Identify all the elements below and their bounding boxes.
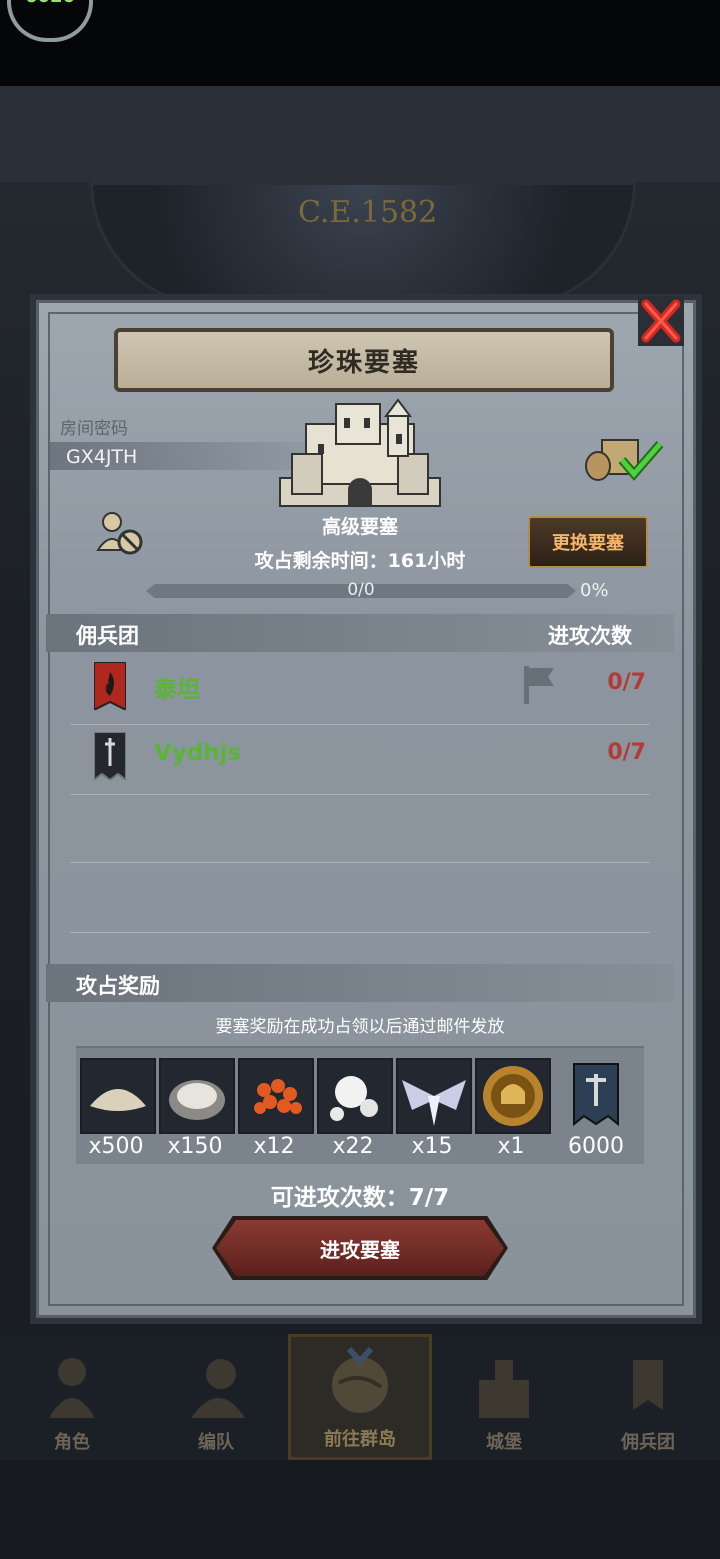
no-person-icon[interactable] [96,510,144,556]
top-bar: 6020 [0,0,720,86]
attack-remaining: 可进攻次数：7/7 [270,1185,450,1211]
nav-label: 佣兵团 [621,1432,675,1453]
nav-castle[interactable]: 城堡 [432,1334,576,1460]
capture-progress-text: 0/0 [347,580,375,600]
reward-item-pearls[interactable] [317,1058,393,1134]
bottom-strip [0,1460,720,1559]
reward-qty: x1 [497,1134,525,1159]
capture-progress-percent: 0% [580,580,609,601]
game-screen: 6020 C.E.1582 珍珠要塞 房间密码 GX4JTH 高级要塞 [0,0,720,1559]
formation-icon [191,1359,245,1418]
rewards-list: x500 x150 x12 x22 x15 x1 6000 [76,1046,644,1164]
close-button[interactable] [636,294,686,348]
bottom-nav: 角色 编队 前往群岛 城堡 佣兵团 [0,1334,720,1460]
title-plate: 珍珠要塞 [114,328,614,392]
modal-title: 珍珠要塞 [307,347,420,378]
era-label: C.E.1582 [298,195,438,230]
nav-label: 前往群岛 [324,1429,396,1450]
nav-islands[interactable]: 前往群岛 [288,1334,432,1460]
avatar-badge: 6020 [25,0,75,7]
reward-qty: x15 [411,1134,453,1159]
reward-item-helmet-medal[interactable] [475,1058,551,1134]
empty-row-divider [70,862,650,863]
nav-formation[interactable]: 编队 [144,1334,288,1460]
sword-banner-icon [94,732,126,780]
guild-banner-icon [573,1063,619,1127]
attack-fortress-button[interactable]: 进攻要塞 [216,1220,504,1276]
reward-item-wing-emblem[interactable] [396,1058,472,1134]
reward-qty: x150 [167,1134,223,1159]
salt-pile-icon [90,1089,146,1111]
fortress-tier: 高级要塞 [321,516,398,538]
room-code[interactable]: GX4JTH [66,446,137,468]
rewards-title: 攻占奖励 [76,974,160,998]
era-clock: C.E.1582 [90,182,636,308]
nav-label: 城堡 [486,1432,522,1453]
mercenary-name: Vydhjs [154,740,242,766]
mercenary-row[interactable]: Vydhjs 0/7 [70,726,650,795]
mercenary-attack-count: 0/7 [607,670,646,695]
reward-qty: x500 [88,1134,144,1159]
background-band [0,86,720,182]
reward-item-salt[interactable] [80,1058,156,1134]
room-password-label: 房间密码 [60,419,128,439]
wing-emblem-icon [402,1080,466,1126]
castle-icon [479,1360,529,1418]
close-icon [638,296,684,346]
reward-item-roe[interactable] [238,1058,314,1134]
mercenary-attack-count: 0/7 [607,740,646,765]
helmet-medal-icon [483,1066,543,1126]
reward-qty: x12 [253,1134,295,1159]
nav-mercenary[interactable]: 佣兵团 [576,1334,720,1460]
reward-item-oyster[interactable] [159,1058,235,1134]
nav-label: 角色 [54,1432,90,1453]
flag-icon [524,666,554,704]
globe-icon [332,1347,388,1413]
mercenary-icon [633,1360,663,1410]
avatar[interactable]: 6020 [7,0,93,42]
change-fortress-label: 更换要塞 [552,533,624,554]
time-remaining: 攻占剩余时间：161小时 [254,550,466,572]
mercenary-name: 泰坦 [154,677,200,703]
mercenary-row[interactable]: 泰坦 0/7 [70,656,650,725]
fortress-image [279,398,441,507]
empty-row-divider [70,932,650,933]
attack-fortress-label: 进攻要塞 [320,1237,400,1262]
rewards-note: 要塞奖励在成功占领以后通过邮件发放 [215,1017,505,1037]
fish-roe-icon [254,1079,302,1114]
nav-character[interactable]: 角色 [0,1334,144,1460]
knight-icon [49,1358,95,1418]
nav-label: 编队 [198,1432,234,1453]
mercenary-header-right: 进攻次数 [548,624,632,648]
pearls-icon [330,1076,378,1121]
fire-banner-icon [94,662,126,710]
reward-qty: x22 [332,1134,374,1159]
loot-bag-check-icon[interactable] [584,430,664,484]
reward-item-guild-banner[interactable] [564,1058,628,1130]
mercenary-header-left: 佣兵团 [76,624,139,648]
oyster-icon [169,1080,225,1120]
change-fortress-button[interactable]: 更换要塞 [528,516,648,568]
reward-qty: 6000 [568,1134,624,1159]
